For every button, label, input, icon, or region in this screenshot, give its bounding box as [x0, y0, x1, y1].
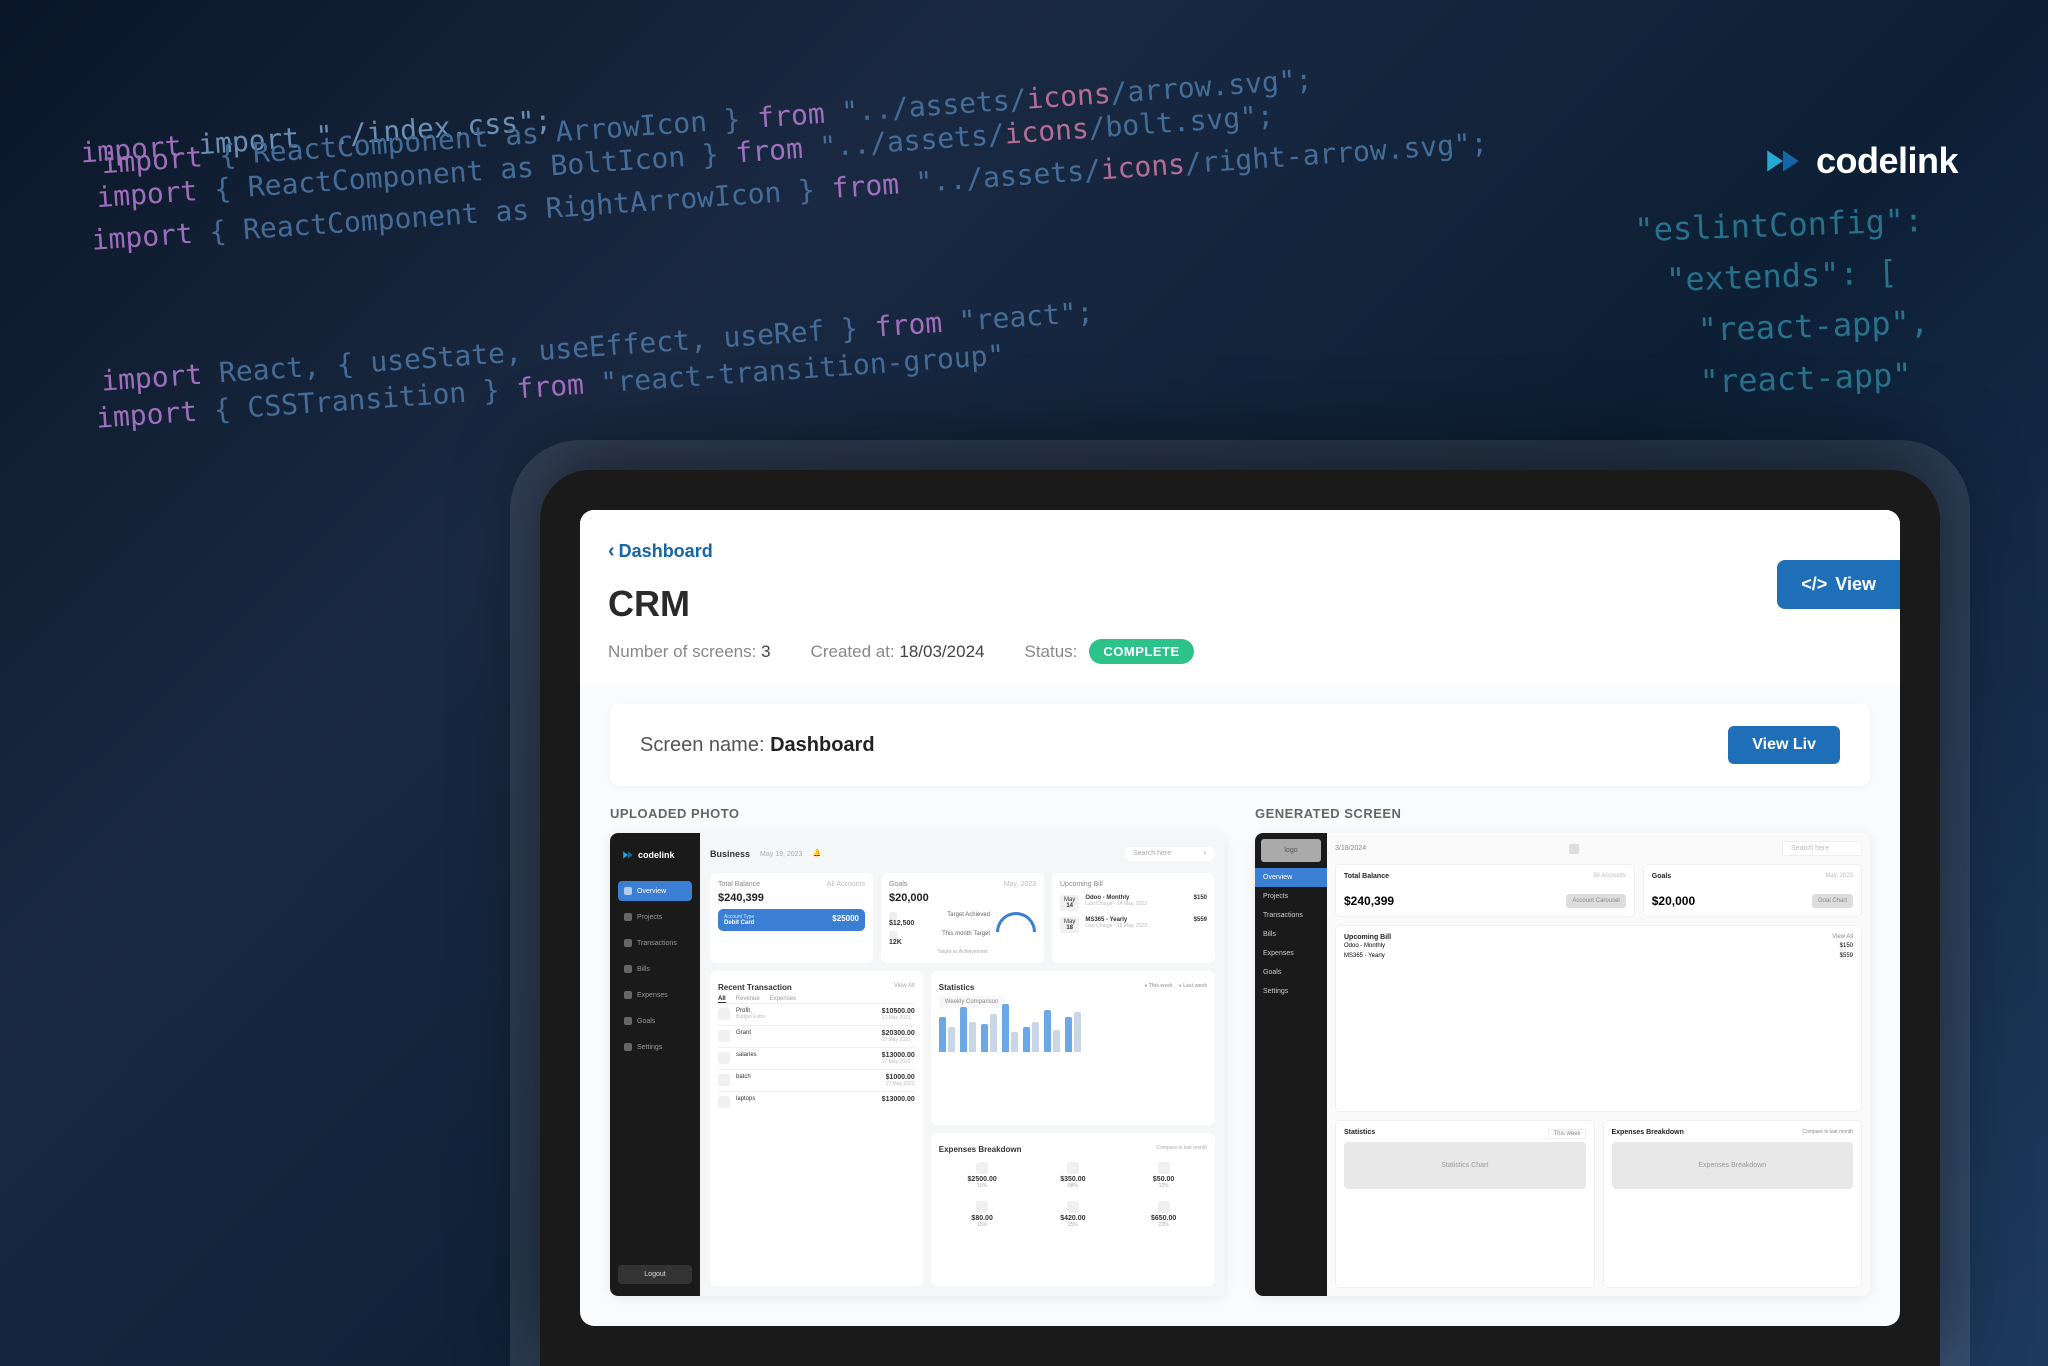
- search-icon: ⌕: [1203, 850, 1207, 858]
- gen-sidebar: logo Overview Projects Transactions Bill…: [1255, 833, 1327, 1296]
- mock-logo: codelink: [618, 845, 692, 865]
- mock-nav-transactions: Transactions: [618, 933, 692, 953]
- gen-upcoming-card: Upcoming BillView All Odoo - Monthly$150…: [1335, 925, 1862, 1112]
- mock-debit-card: Account TypeDebit Card $25000: [718, 909, 865, 931]
- mock-statistics-card: Statistics● This week● Last week Weekly …: [931, 971, 1215, 1125]
- background-config-text: "eslintConfig": "extends": [ "react-app"…: [1633, 195, 1931, 410]
- generated-panel-body: logo Overview Projects Transactions Bill…: [1255, 833, 1870, 1296]
- meta-row: Number of screens: 3 Created at: 18/03/2…: [608, 639, 1872, 664]
- gen-nav-settings: Settings: [1255, 982, 1327, 1001]
- mock-nav-bills: Bills: [618, 959, 692, 979]
- mock-bill-row: May14 Odoo - MonthlyLast Charge - 14 May…: [1060, 892, 1207, 914]
- uploaded-panel: UPLOADED PHOTO codelink Overview Project…: [610, 806, 1225, 1296]
- mock-upcoming-card: Upcoming Bill May14 Odoo - MonthlyLast C…: [1052, 873, 1215, 963]
- generated-panel-title: GENERATED SCREEN: [1255, 806, 1870, 821]
- gen-expenses-placeholder: Expenses Breakdown: [1612, 1142, 1854, 1189]
- mock-search: Search here⌕: [1125, 847, 1215, 861]
- status-badge: COMPLETE: [1089, 639, 1193, 664]
- gen-icon-placeholder: [1569, 844, 1579, 854]
- gen-nav-bills: Bills: [1255, 925, 1327, 944]
- page-header: ‹ Dashboard CRM Number of screens: 3 Cre…: [580, 510, 1900, 684]
- bell-icon: 🔔: [812, 849, 822, 859]
- view-live-button[interactable]: View Liv: [1728, 726, 1840, 764]
- screens-value: 3: [761, 642, 770, 661]
- mock-goals-card: GoalsMay, 2023 $20,000 Target Achieved $…: [881, 873, 1044, 963]
- gen-search: Search here: [1782, 841, 1862, 856]
- gen-expenses-card: Expenses BreakdownCompare to last month …: [1603, 1120, 1863, 1289]
- created-value: 18/03/2024: [899, 642, 984, 661]
- status-label: Status:: [1024, 642, 1077, 662]
- breadcrumb-label: Dashboard: [619, 541, 713, 562]
- mock-logout: Logout: [618, 1265, 692, 1284]
- mock-bill-row: May18 MS365 - YearlyLast Charge - 18 May…: [1060, 914, 1207, 936]
- mock-topbar: Business May 19, 2023 🔔 Search here⌕: [710, 843, 1215, 865]
- mock-nav-projects: Projects: [618, 907, 692, 927]
- gen-nav-projects: Projects: [1255, 887, 1327, 906]
- mock-balance-card: Total BalanceAll Accounts $240,399 Accou…: [710, 873, 873, 963]
- chevron-left-icon: ‹: [608, 540, 615, 563]
- mock-nav-expenses: Expenses: [618, 985, 692, 1005]
- gen-date: 3/18/2024: [1335, 845, 1366, 852]
- mock-sidebar: codelink Overview Projects Transactions …: [610, 833, 700, 1296]
- screens-label: Number of screens:: [608, 642, 756, 661]
- uploaded-panel-body: codelink Overview Projects Transactions …: [610, 833, 1225, 1296]
- mock-main: Business May 19, 2023 🔔 Search here⌕ Tot…: [700, 833, 1225, 1296]
- mock-transactions-card: Recent TransactionView All AllRevenueExp…: [710, 971, 923, 1286]
- mock-nav-settings: Settings: [618, 1037, 692, 1057]
- mock-nav-overview: Overview: [618, 881, 692, 901]
- view-button[interactable]: </> View: [1777, 560, 1900, 609]
- comparison-panels: UPLOADED PHOTO codelink Overview Project…: [580, 806, 1900, 1326]
- code-icon: </>: [1801, 574, 1827, 595]
- screen-name-label: Screen name:: [640, 734, 765, 756]
- created-label: Created at:: [811, 642, 895, 661]
- mock-expenses-card: Expenses BreakdownCompare to last month …: [931, 1133, 1215, 1287]
- gauge-icon: [996, 912, 1036, 932]
- gen-nav-transactions: Transactions: [1255, 906, 1327, 925]
- mock-nav-goals: Goals: [618, 1011, 692, 1031]
- breadcrumb-back[interactable]: ‹ Dashboard: [608, 540, 1872, 563]
- screen-name-row: Screen name: Dashboard: [640, 734, 875, 757]
- tablet-frame: ‹ Dashboard CRM Number of screens: 3 Cre…: [540, 470, 1940, 1366]
- gen-stats-card: StatisticsThis week Statistics Chart: [1335, 1120, 1595, 1289]
- gen-main: 3/18/2024 Search here Total BalanceAll A…: [1327, 833, 1870, 1296]
- brand-logo: codelink: [1762, 140, 1958, 182]
- gen-balance-card: Total BalanceAll Accounts $240,399 Accou…: [1335, 864, 1635, 917]
- gen-stats-placeholder: Statistics Chart: [1344, 1142, 1586, 1189]
- page-title: CRM: [608, 583, 1872, 625]
- app-screen: ‹ Dashboard CRM Number of screens: 3 Cre…: [580, 510, 1900, 1326]
- brand-mark-icon: [1762, 140, 1804, 182]
- uploaded-panel-title: UPLOADED PHOTO: [610, 806, 1225, 821]
- gen-nav-expenses: Expenses: [1255, 944, 1327, 963]
- generated-panel: GENERATED SCREEN logo Overview Projects …: [1255, 806, 1870, 1296]
- mock-logo-icon: [622, 849, 634, 861]
- brand-name: codelink: [1816, 140, 1958, 182]
- mock-bar-chart: [939, 1008, 1207, 1058]
- gen-logo-placeholder: logo: [1261, 839, 1321, 862]
- screen-name-value: Dashboard: [770, 734, 874, 756]
- gen-nav-overview: Overview: [1255, 868, 1327, 887]
- gen-goals-card: GoalsMay, 2023 $20,000 Goal Chart: [1643, 864, 1862, 917]
- gen-nav-goals: Goals: [1255, 963, 1327, 982]
- screen-card: Screen name: Dashboard View Liv: [610, 704, 1870, 786]
